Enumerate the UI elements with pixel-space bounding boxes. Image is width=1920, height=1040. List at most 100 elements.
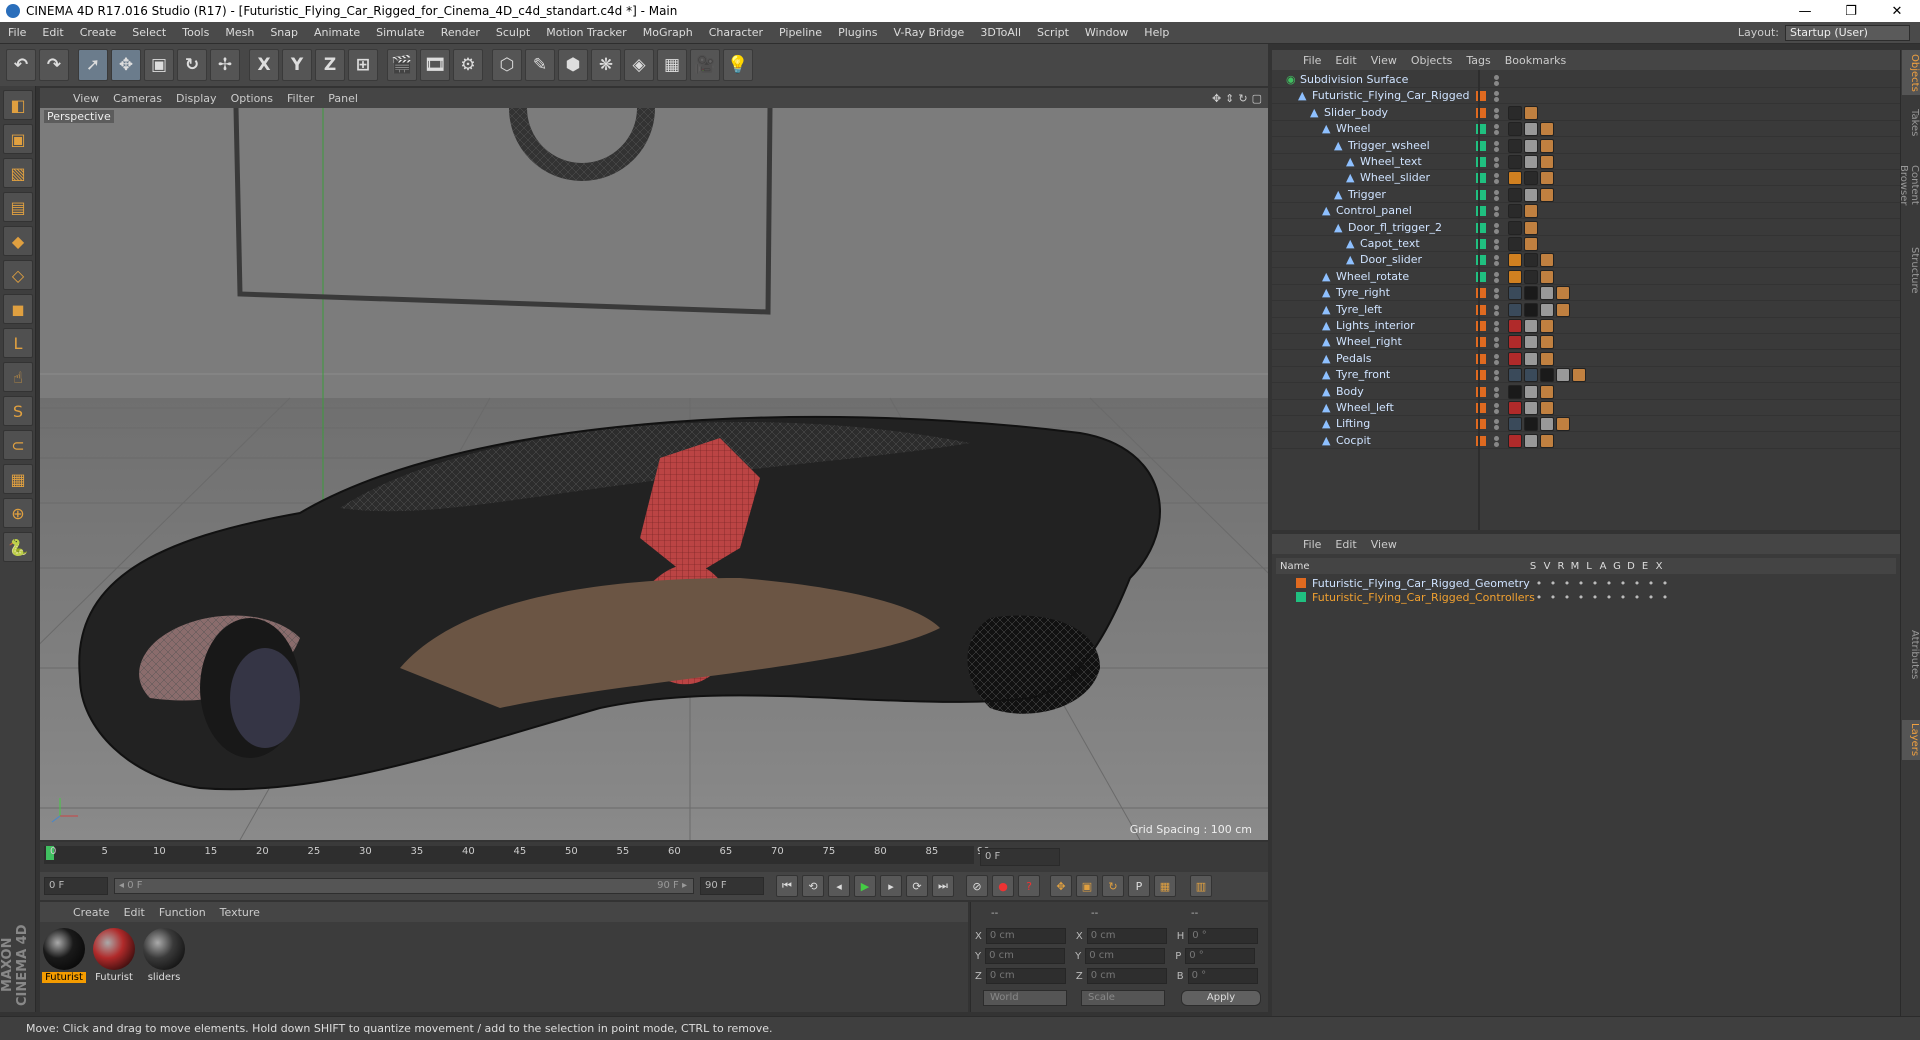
key-pla-button[interactable]: ▦ [1154,875,1176,897]
render-dot[interactable] [1494,343,1499,349]
render-dot[interactable] [1494,294,1499,300]
render-dot[interactable] [1494,441,1499,447]
camera-button[interactable]: 🎥 [690,49,720,81]
material-swatch[interactable]: sliders [142,928,186,983]
key-scale-button[interactable]: ▣ [1076,875,1098,897]
autokey-button[interactable]: ? [1018,875,1040,897]
side-tab-objects[interactable]: Objects [1902,50,1920,95]
object-tag-icon[interactable] [1540,351,1554,366]
tweak-mode-button[interactable]: ☝ [3,362,33,392]
visibility-dot[interactable] [1494,107,1499,113]
render-dot[interactable] [1494,376,1499,382]
visibility-dot[interactable] [1494,157,1499,162]
object-tag-icon[interactable] [1540,155,1554,169]
edges-mode-button[interactable]: ◇ [3,260,33,290]
object-tag-icon[interactable] [1508,122,1522,137]
coordinate-system-button[interactable]: ⊞ [348,49,378,81]
object-tag-icon[interactable] [1540,122,1554,137]
workplane-button[interactable]: ▤ [3,192,33,222]
object-tag-icon[interactable] [1508,302,1522,317]
object-menu-objects[interactable]: Objects [1404,54,1460,67]
object-tag-icon[interactable] [1524,155,1538,169]
menu-animate[interactable]: Animate [306,26,368,39]
frame-range-slider[interactable]: ◂ 0 F 90 F ▸ [114,878,694,894]
visibility-dot[interactable] [1494,91,1499,97]
floor-button[interactable]: ▦ [657,49,687,81]
menu-mesh[interactable]: Mesh [217,26,262,39]
render-dot[interactable] [1494,97,1499,103]
visibility-dot[interactable] [1494,173,1499,179]
viewport-menu-display[interactable]: Display [169,92,224,105]
x-axis-button[interactable]: X [249,49,279,81]
current-frame-field[interactable]: 0 F [980,848,1060,866]
object-tag-icon[interactable] [1524,269,1538,284]
object-tag-icon[interactable] [1540,319,1554,333]
side-tab-structure[interactable]: Structure [1902,225,1920,315]
timeline-window-button[interactable]: ▥ [1190,875,1212,897]
object-tag-icon[interactable] [1556,368,1570,383]
previous-frame-button[interactable]: ◂ [828,875,850,897]
object-row[interactable]: ▲ Lights_interior [1272,318,1900,334]
key-rotation-button[interactable]: ↻ [1102,875,1124,897]
object-tag-icon[interactable] [1508,220,1522,235]
render-dot[interactable] [1494,228,1499,234]
timeline-ruler[interactable]: 051015202530354045505560657075808590 0 F [40,842,1268,872]
visibility-dot[interactable] [1494,386,1499,392]
object-row[interactable]: ◉ Subdivision Surface [1272,72,1900,88]
object-tag-icon[interactable] [1508,171,1522,186]
object-row[interactable]: ▲ Futuristic_Flying_Car_Rigged [1272,88,1900,105]
y-axis-button[interactable]: Y [282,49,312,81]
menu-v-ray-bridge[interactable]: V-Ray Bridge [885,26,972,39]
rotate-view-icon[interactable]: ↻ [1238,92,1247,105]
object-tag-icon[interactable] [1524,433,1538,448]
object-tag-icon[interactable] [1508,319,1522,333]
object-tag-icon[interactable] [1572,368,1586,383]
layer-flag-icon[interactable]: • [1630,577,1644,590]
layer-flag-icon[interactable]: • [1602,577,1616,590]
material-swatch[interactable]: Futurist [42,928,86,983]
layer-flag-icon[interactable]: • [1644,591,1658,604]
render-dot[interactable] [1494,195,1499,201]
object-tag-icon[interactable] [1524,220,1538,235]
subdivision-button[interactable]: ⬢ [558,49,588,81]
layer-row[interactable]: Futuristic_Flying_Car_Rigged_Controllers… [1276,590,1896,604]
object-tag-icon[interactable] [1540,368,1554,383]
object-row[interactable]: ▲ Trigger_wsheel [1272,138,1900,154]
material-menu-function[interactable]: Function [152,906,213,919]
render-dot[interactable] [1494,277,1499,283]
render-dot[interactable] [1494,212,1499,218]
menu-plugins[interactable]: Plugins [830,26,885,39]
object-tag-icon[interactable] [1524,417,1538,432]
snap-button[interactable]: ⊕ [3,498,33,528]
object-tag-icon[interactable] [1524,138,1538,153]
object-tag-icon[interactable] [1524,368,1538,383]
object-tag-icon[interactable] [1508,187,1522,202]
layer-flag-icon[interactable]: • [1616,591,1630,604]
object-tag-icon[interactable] [1524,384,1538,399]
object-row[interactable]: ▲ Lifting [1272,416,1900,433]
visibility-dot[interactable] [1494,189,1499,195]
render-dot[interactable] [1494,409,1499,414]
render-dot[interactable] [1494,245,1499,250]
layer-color-swatch[interactable] [1296,592,1306,602]
visibility-dot[interactable] [1494,304,1499,310]
edit-render-settings-button[interactable]: ⚙ [453,49,483,81]
apply-button[interactable]: Apply [1181,990,1261,1006]
layer-flag-icon[interactable]: • [1588,577,1602,590]
pen-button[interactable]: ✎ [525,49,555,81]
object-tag-icon[interactable] [1508,335,1522,350]
object-tag-icon[interactable] [1540,417,1554,432]
layer-flag-icon[interactable]: • [1532,577,1546,590]
layer-flag-icon[interactable]: • [1560,577,1574,590]
world-dropdown[interactable]: World [983,990,1067,1006]
object-row[interactable]: ▲ Wheel [1272,121,1900,138]
object-row[interactable]: ▲ Wheel_slider [1272,170,1900,187]
light-button[interactable]: 💡 [723,49,753,81]
object-row[interactable]: ▲ Cocpit [1272,433,1900,449]
visibility-dot[interactable] [1494,370,1499,376]
menu-select[interactable]: Select [124,26,174,39]
object-tag-icon[interactable] [1540,286,1554,301]
object-tag-icon[interactable] [1508,401,1522,415]
render-dot[interactable] [1494,310,1499,316]
layer-flag-icon[interactable]: • [1574,577,1588,590]
